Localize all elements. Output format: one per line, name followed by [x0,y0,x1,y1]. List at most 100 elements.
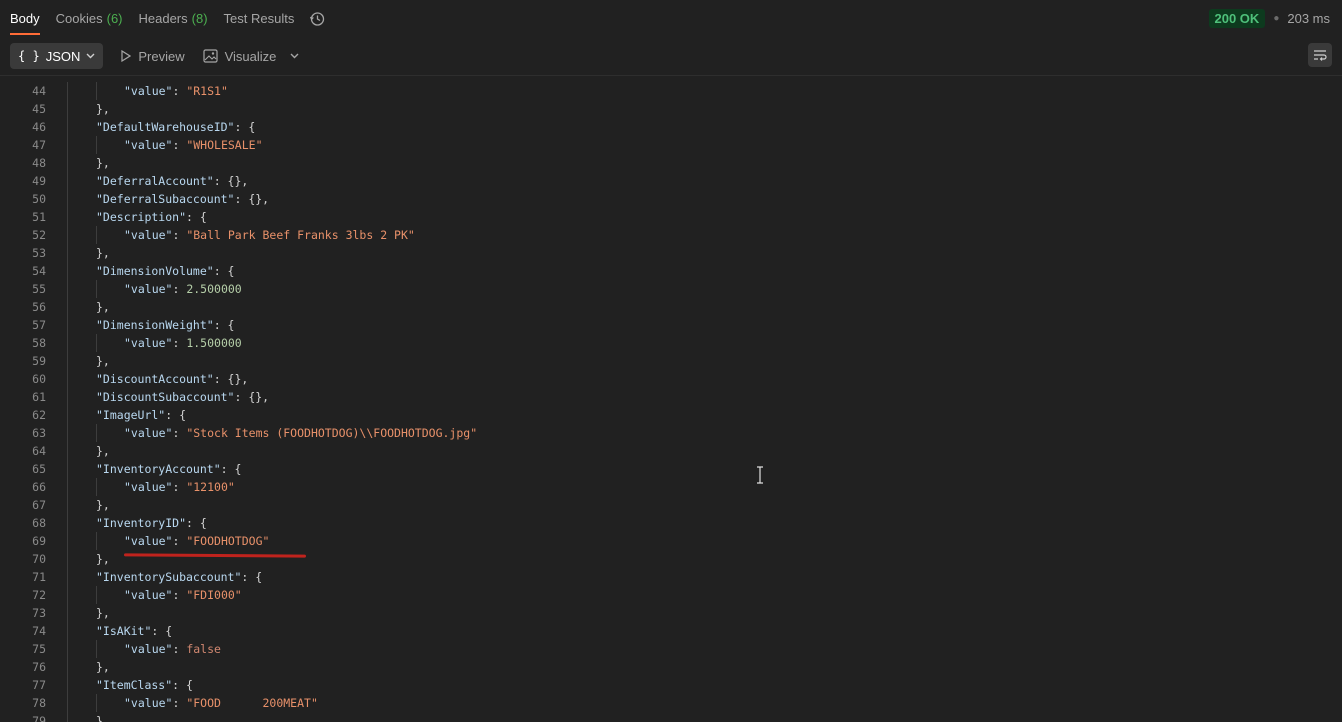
line-number: 78 [32,696,46,710]
response-tabs: Body Cookies (6) Headers (8) Test Result… [10,0,310,37]
indent-guide [67,640,68,658]
code-token: : { [165,408,187,422]
line-number: 50 [32,192,46,206]
status-separator: ● [1273,13,1280,24]
tab-body-label: Body [10,11,40,26]
code-token: }, [96,498,110,512]
code-token: "IsAKit" [96,624,152,638]
code-token: : [172,336,187,350]
tab-test-results[interactable]: Test Results [224,0,295,37]
indent-guide [67,82,68,100]
visualize-chevron-down-icon[interactable] [290,51,299,62]
code-content: "value": "FDI000" [124,586,242,604]
braces-icon: { } [18,49,40,63]
code-token: : [172,84,187,98]
code-token: : [172,426,187,440]
indent-guide [67,190,68,208]
code-line: 60 "DiscountAccount": {}, [0,370,1342,388]
response-body-viewer[interactable]: 44 "value": "R1S1" 45}, 46 "DefaultWarehouse… [0,76,1342,722]
code-content: }, [96,496,110,514]
code-line: 78 "value": "FOOD 200MEAT" [0,694,1342,712]
visualize-label: Visualize [224,48,277,64]
line-number: 70 [32,552,46,566]
code-line: 74 "IsAKit": { [0,622,1342,640]
code-line: 46 "DefaultWarehouseID": { [0,118,1342,136]
tab-body[interactable]: Body [10,0,40,37]
code-token: : { [241,570,263,584]
code-token: "value" [124,480,173,494]
code-line: 55 "value": 2.500000 [0,280,1342,298]
code-token: false [186,642,221,656]
line-number: 53 [32,246,46,260]
indent-guide [67,352,68,370]
code-line: 68 "InventoryID": { [0,514,1342,532]
line-number: 72 [32,588,46,602]
code-content: "Description": { [96,208,207,226]
line-number: 59 [32,354,46,368]
response-time[interactable]: 203 ms [1287,11,1330,26]
code-token: "value" [124,696,173,710]
indent-guide [67,316,68,334]
tab-cookies[interactable]: Cookies (6) [56,0,123,37]
wrap-lines-button[interactable] [1308,43,1332,67]
tab-headers[interactable]: Headers (8) [139,0,208,37]
code-line: 67}, [0,496,1342,514]
code-token: "FDI000" [186,588,242,602]
code-content: "InventorySubaccount": { [96,568,262,586]
indent-guide [67,658,68,676]
line-number: 68 [32,516,46,530]
indent-guide [67,334,68,352]
indent-guide [67,532,68,550]
code-line: 75 "value": false [0,640,1342,658]
code-content: }, [96,550,110,568]
code-content: "value": "Stock Items (FOODHOTDOG)\\FOOD… [124,424,477,442]
code-line: 53}, [0,244,1342,262]
code-content: "DimensionVolume": { [96,262,234,280]
code-line: 59}, [0,352,1342,370]
code-token: : { [186,210,207,224]
code-token: "DeferralSubaccount" [96,192,235,206]
code-token: : {}, [213,372,249,386]
history-icon[interactable] [308,10,326,28]
line-number: 64 [32,444,46,458]
code-line: 51 "Description": { [0,208,1342,226]
format-select[interactable]: { } JSON [10,43,104,69]
indent-guide [67,550,68,568]
visualize-button[interactable]: Visualize [203,48,277,64]
indent-guide [67,694,68,712]
code-content: "InventoryID": { [96,514,207,532]
code-line: 62 "ImageUrl": { [0,406,1342,424]
preview-button[interactable]: Preview [121,48,185,64]
code-content: }, [96,604,110,622]
code-token: : [172,228,187,242]
line-number: 67 [32,498,46,512]
code-token: 1.500000 [186,336,242,350]
code-content: "value": 1.500000 [124,334,242,352]
code-token: : {}, [234,390,270,404]
indent-guide [67,622,68,640]
line-number: 63 [32,426,46,440]
code-content: "value": "WHOLESALE" [124,136,263,154]
code-token: "Ball Park Beef Franks 3lbs 2 PK" [186,228,415,242]
code-token: }, [96,660,110,674]
code-token: : [172,696,187,710]
indent-guide [67,496,68,514]
wrap-icon [1314,50,1327,61]
code-content: "value": "FOODHOTDOG" [124,532,269,550]
code-line: 61 "DiscountSubaccount": {}, [0,388,1342,406]
preview-label: Preview [138,48,185,64]
indent-guide [96,280,97,298]
code-token: "FOODHOTDOG" [186,534,270,548]
code-line: 54 "DimensionVolume": { [0,262,1342,280]
line-number: 49 [32,174,46,188]
code-content: "DefaultWarehouseID": { [96,118,255,136]
indent-guide [67,478,68,496]
code-lines: 44 "value": "R1S1" 45}, 46 "DefaultWarehouse… [0,82,1342,722]
code-content: }, [96,658,110,676]
indent-guide [67,262,68,280]
code-line: 50 "DeferralSubaccount": {}, [0,190,1342,208]
status-badge[interactable]: 200 OK [1208,9,1266,28]
indent-guide [96,640,97,658]
response-status: 200 OK ● 203 ms [1208,9,1330,28]
code-token: }, [96,102,110,116]
